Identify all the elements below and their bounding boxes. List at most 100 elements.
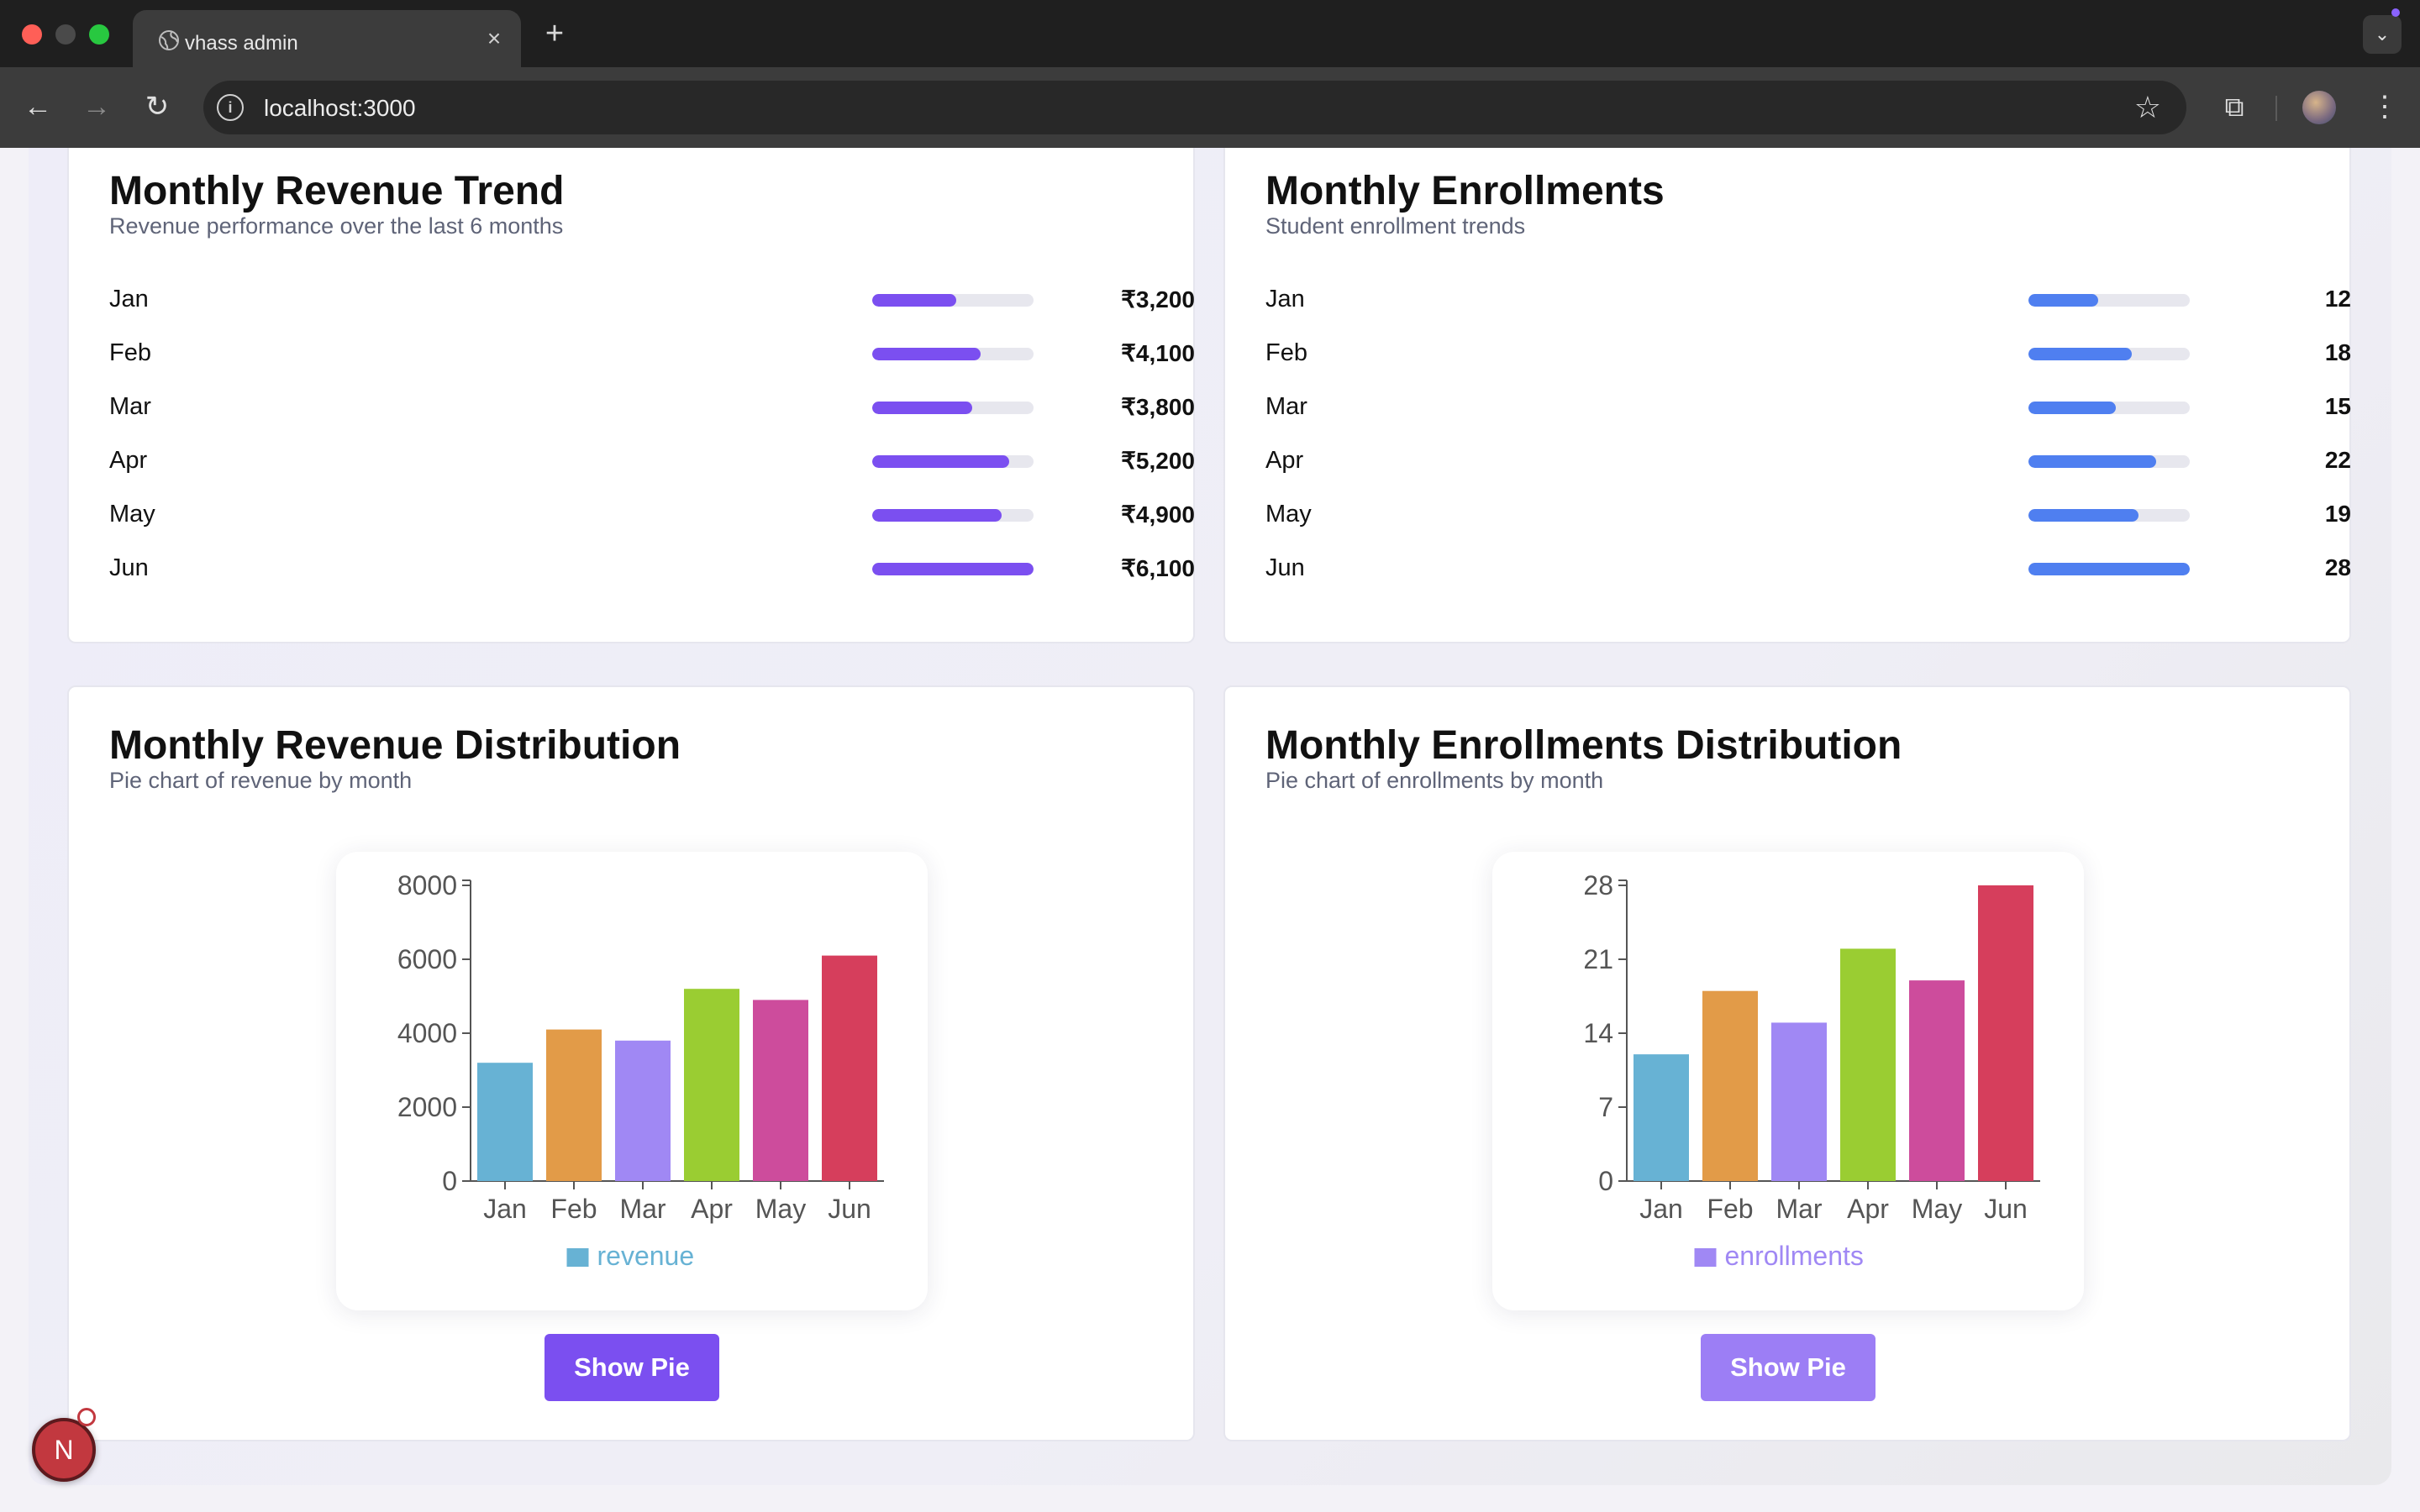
progress-track <box>872 348 1034 360</box>
maximize-window-button[interactable] <box>89 24 109 45</box>
row-value: ₹5,200 <box>1121 448 1195 474</box>
legend-label: enrollments <box>1725 1241 1864 1271</box>
trend-row: Jan ₹3,200 <box>109 282 1195 316</box>
y-tick-label: 14 <box>1583 1018 1613 1048</box>
month-label: Jun <box>1265 554 1305 581</box>
row-value: 18 <box>2324 339 2351 365</box>
url-text[interactable]: localhost:3000 <box>264 95 416 122</box>
toolbar-divider <box>2275 96 2277 121</box>
tab-title: vhass admin <box>185 32 298 55</box>
progress-track <box>872 563 1034 575</box>
more-menu-icon[interactable]: ⋮ <box>2368 87 2402 126</box>
show-pie-button[interactable]: Show Pie <box>1701 1334 1876 1401</box>
trend-row: May ₹4,900 <box>109 497 1195 531</box>
bar-apr <box>684 989 739 1181</box>
y-tick-label: 0 <box>442 1166 457 1196</box>
legend-swatch <box>1694 1248 1717 1267</box>
bar-mar <box>1771 1022 1827 1181</box>
x-tick-label: Mar <box>619 1194 666 1224</box>
close-tab-icon[interactable]: × <box>482 27 506 50</box>
bar-jan <box>477 1063 533 1181</box>
bar-jun <box>822 955 877 1181</box>
progress-fill <box>872 402 973 414</box>
row-value: ₹3,800 <box>1121 394 1195 420</box>
show-pie-button[interactable]: Show Pie <box>544 1334 719 1401</box>
bar-mar <box>615 1040 671 1181</box>
tab-search-button[interactable]: ⌄ <box>2363 15 2402 54</box>
progress-track <box>2028 563 2190 575</box>
bookmark-star-icon[interactable]: ☆ <box>2134 91 2161 124</box>
month-label: Jan <box>109 286 149 312</box>
progress-fill <box>2028 455 2156 468</box>
card-subtitle: Revenue performance over the last 6 mont… <box>109 213 564 239</box>
x-tick-label: Jan <box>1639 1194 1683 1224</box>
row-value: 15 <box>2324 393 2351 419</box>
card-title: Monthly Enrollments <box>1265 169 1665 213</box>
trend-row: Apr 22 <box>1265 444 2351 477</box>
y-tick-label: 0 <box>1598 1166 1613 1196</box>
card-title: Monthly Revenue Trend <box>109 169 565 213</box>
progress-fill <box>872 509 1002 522</box>
y-tick-label: 8000 <box>397 870 457 900</box>
row-value: 19 <box>2324 501 2351 527</box>
card-title: Monthly Revenue Distribution <box>109 723 681 768</box>
bar-jun <box>1978 885 2033 1181</box>
month-label: Jun <box>109 554 149 581</box>
browser-toolbar: ← → ↻ i localhost:3000 ☆ ⧉ ⋮ <box>0 67 2420 148</box>
month-label: Mar <box>109 393 151 420</box>
progress-track <box>872 402 1034 414</box>
legend-label: revenue <box>597 1241 695 1271</box>
progress-fill <box>2028 348 2132 360</box>
trend-row: Mar 15 <box>1265 390 2351 423</box>
bar-may <box>753 1000 808 1181</box>
new-tab-icon[interactable]: + <box>538 17 571 50</box>
x-tick-label: May <box>755 1194 806 1224</box>
site-info-icon[interactable]: i <box>217 94 244 121</box>
progress-track <box>872 294 1034 307</box>
globe-icon <box>159 30 179 50</box>
card-subtitle: Pie chart of revenue by month <box>109 768 413 793</box>
bar-jan <box>1634 1054 1689 1181</box>
x-tick-label: Jun <box>1984 1194 2028 1224</box>
extensions-puzzle-icon[interactable]: ⧉ <box>2215 87 2254 126</box>
legend-swatch <box>566 1248 589 1267</box>
back-arrow-icon[interactable]: ← <box>18 87 57 126</box>
minimize-window-button[interactable] <box>55 24 76 45</box>
trend-row: Mar ₹3,800 <box>109 390 1195 423</box>
y-tick-label: 7 <box>1598 1092 1613 1122</box>
card-subtitle: Student enrollment trends <box>1265 213 1526 239</box>
card-title: Monthly Enrollments Distribution <box>1265 723 1902 768</box>
progress-fill <box>2028 563 2190 575</box>
profile-avatar[interactable] <box>2302 91 2336 124</box>
month-label: Apr <box>109 447 148 474</box>
x-tick-label: Mar <box>1776 1194 1822 1224</box>
progress-fill <box>2028 402 2116 414</box>
row-value: ₹4,900 <box>1121 501 1195 528</box>
trend-row: Apr ₹5,200 <box>109 444 1195 477</box>
trend-row: Feb 18 <box>1265 336 2351 370</box>
x-tick-label: Feb <box>1707 1194 1753 1224</box>
x-tick-label: Jun <box>828 1194 871 1224</box>
notification-dot <box>2391 8 2400 17</box>
month-label: May <box>1265 501 1312 528</box>
progress-track <box>872 455 1034 468</box>
row-value: ₹4,100 <box>1121 340 1195 366</box>
forward-arrow-icon[interactable]: → <box>77 87 116 126</box>
browser-tab[interactable]: vhass admin × <box>133 10 521 67</box>
reload-icon[interactable]: ↻ <box>138 87 176 126</box>
trend-row: Feb ₹4,100 <box>109 336 1195 370</box>
dev-badge-indicator <box>77 1408 96 1426</box>
page-viewport[interactable]: Monthly Revenue Trend Revenue performanc… <box>0 148 2420 1512</box>
row-value: 22 <box>2324 447 2351 473</box>
address-bar[interactable]: i localhost:3000 ☆ <box>203 81 2186 134</box>
progress-fill <box>872 294 956 307</box>
trend-row: May 19 <box>1265 497 2351 531</box>
nextjs-dev-badge[interactable]: N <box>32 1418 96 1482</box>
close-window-button[interactable] <box>22 24 42 45</box>
month-label: Mar <box>1265 393 1307 420</box>
month-label: May <box>109 501 155 528</box>
enrollments-trend-card: Monthly Enrollments Student enrollment t… <box>1223 148 2351 643</box>
card-subtitle: Pie chart of enrollments by month <box>1265 768 1604 793</box>
enrollments-bar-chart: 0 7 14 21 28 Jan Feb Mar Apr May Jun enrollments <box>1492 852 2084 1310</box>
row-value: 28 <box>2324 554 2351 580</box>
